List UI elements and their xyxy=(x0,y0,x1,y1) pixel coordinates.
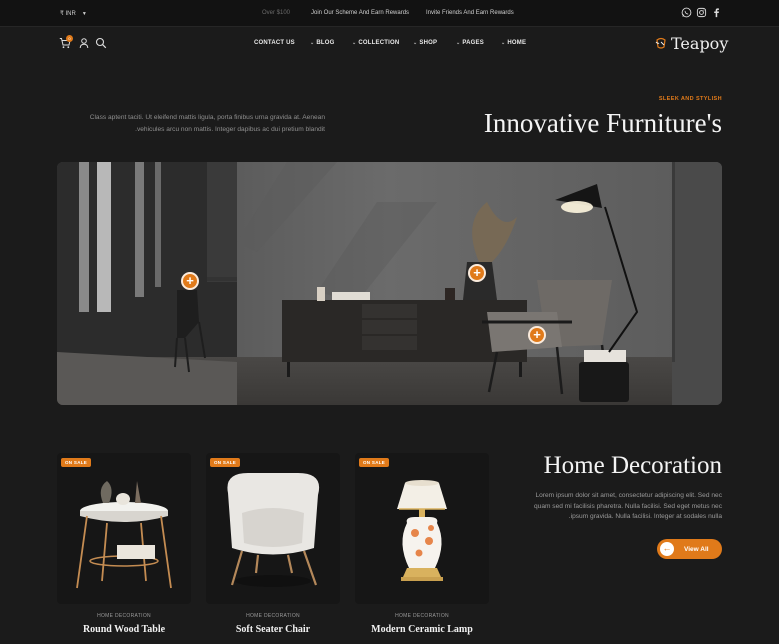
ticker-text: Join Our Scheme And Earn Rewards xyxy=(311,10,410,16)
ticker-text: Invite Friends And Earn Rewards xyxy=(426,10,514,16)
round-table-image xyxy=(76,481,172,589)
product-card[interactable]: ON SALE xyxy=(57,453,191,604)
section-description: Lorem ipsum dolor sit amet, consectetur … xyxy=(533,492,722,520)
nav-label: HOME xyxy=(507,40,527,46)
nav-label: COLLECTION xyxy=(358,40,400,46)
nav-label: BLOG xyxy=(316,40,335,46)
cart-count-badge: 0 xyxy=(66,35,73,42)
user-icon[interactable] xyxy=(78,37,90,49)
nav-label: PAGES xyxy=(462,40,484,46)
site-logo[interactable]: Teapoy xyxy=(655,32,728,54)
product-name[interactable]: Round Wood Table xyxy=(57,624,191,635)
nav-item-shop[interactable]: ⌄ SHOP xyxy=(413,40,437,46)
hero-room-image: + + + xyxy=(57,162,722,405)
search-icon[interactable] xyxy=(95,37,107,49)
product-category: HOME DECORATION xyxy=(395,613,449,619)
product-card[interactable]: ON SALE xyxy=(206,453,340,604)
room-illustration xyxy=(57,162,722,405)
view-all-label: View All xyxy=(684,545,709,553)
section-title: Home Decoration xyxy=(543,452,722,479)
chevron-down-icon: ⌄ xyxy=(352,40,357,46)
currency-label: ₹ INR xyxy=(60,11,76,17)
product-category: HOME DECORATION xyxy=(97,613,151,619)
hotspot-plus-icon[interactable]: + xyxy=(468,264,486,282)
arrow-left-icon: ← xyxy=(660,542,674,556)
currency-selector[interactable]: ₹ INR ▼ xyxy=(60,10,87,17)
whatsapp-icon[interactable] xyxy=(681,7,692,18)
product-name[interactable]: Soft Seater Chair xyxy=(206,624,340,635)
nav-label: CONTACT US xyxy=(254,40,295,46)
nav-item-collection[interactable]: ⌄ COLLECTION xyxy=(352,40,399,46)
hotspot-plus-icon[interactable]: + xyxy=(528,326,546,344)
product-name[interactable]: Modern Ceramic Lamp xyxy=(355,624,489,635)
nav-item-blog[interactable]: ⌄ BLOG xyxy=(310,40,335,46)
chevron-down-icon: ⌄ xyxy=(413,40,418,46)
nav-label: SHOP xyxy=(419,40,438,46)
nav-item-home[interactable]: ⌄ HOME xyxy=(501,40,526,46)
hero-title: Innovative Furniture's xyxy=(483,108,722,138)
announcement-bar: ₹ INR ▼ Over $100 Join Our Scheme And Ear… xyxy=(0,0,779,27)
nav-item-contact-us[interactable]: CONTACT US xyxy=(254,40,295,46)
product-category: HOME DECORATION xyxy=(246,613,300,619)
sale-badge: ON SALE xyxy=(359,458,390,467)
ticker-text: Over $100 xyxy=(262,10,291,16)
armchair-image xyxy=(227,473,320,587)
chevron-down-icon: ▼ xyxy=(81,11,87,17)
hero-eyebrow: SLEEK AND STYLISH xyxy=(658,96,722,102)
chevron-down-icon: ⌄ xyxy=(310,40,315,46)
chevron-down-icon: ⌄ xyxy=(456,40,461,46)
ceramic-lamp-image xyxy=(397,480,447,581)
logo-text: Teapoy xyxy=(671,33,729,53)
sale-badge: ON SALE xyxy=(61,458,92,467)
teapot-logo-icon xyxy=(655,37,666,49)
hero-description: Class aptent taciti. Ut eleifend mattis … xyxy=(89,114,325,133)
nav-item-pages[interactable]: ⌄ PAGES xyxy=(456,40,484,46)
hotspot-plus-icon[interactable]: + xyxy=(181,272,199,290)
sale-badge: ON SALE xyxy=(210,458,241,467)
facebook-icon[interactable] xyxy=(711,7,722,18)
view-all-button[interactable]: ← View All xyxy=(657,539,722,559)
chevron-down-icon: ⌄ xyxy=(501,40,506,46)
instagram-icon[interactable] xyxy=(696,7,707,18)
product-card[interactable]: ON SALE xyxy=(355,453,489,604)
